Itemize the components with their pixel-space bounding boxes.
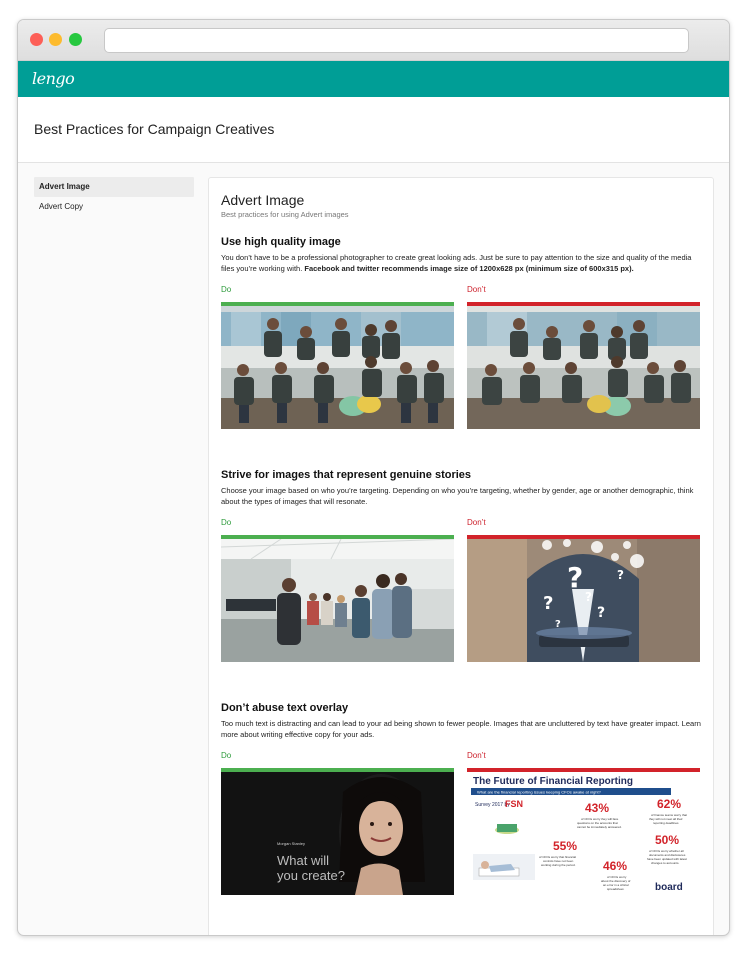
svg-text:?: ? (567, 561, 583, 594)
do-label: Do (221, 518, 232, 527)
team-photo-do-image (221, 302, 454, 429)
section-title: Advert Image (221, 192, 305, 208)
infographic-dont-image: The Future of Financial Reporting What a… (467, 768, 700, 895)
practice-text-overlay: Don’t abuse text overlay Too much text i… (221, 702, 703, 740)
office-team-do-image (221, 535, 454, 662)
ad-headline-line2: you create? (277, 868, 345, 883)
svg-text:?: ? (585, 590, 592, 604)
infographic-stat2: 62% (657, 797, 681, 811)
app-header: lengo (18, 61, 729, 97)
sidebar-item-advert-copy[interactable]: Advert Copy (34, 197, 194, 217)
infographic-stat4: 50% (655, 833, 679, 847)
infographic-stat4-text-d: changes to accounts. (651, 861, 680, 865)
practice-heading: Use high quality image (221, 236, 341, 248)
infographic-stat5-text-d: spreadsheet. (607, 887, 625, 891)
svg-text:?: ? (543, 593, 553, 614)
browser-toolbar (18, 20, 729, 61)
infographic-stat1: 43% (585, 801, 609, 815)
dont-label: Don’t (467, 518, 486, 527)
infographic-stat5: 46% (603, 859, 627, 873)
page-header: Best Practices for Campaign Creatives (18, 97, 729, 163)
team-photo-dont-image (467, 302, 700, 429)
do-label: Do (221, 285, 232, 294)
board-logo: board (655, 882, 683, 893)
svg-text:?: ? (555, 619, 561, 630)
practice-text-bold: Facebook and twitter recommends image si… (304, 264, 634, 273)
morgan-stanley-ad-do-image: Morgan Stanley What will you create? (221, 768, 454, 895)
dont-label: Don’t (467, 751, 486, 760)
sidebar-nav: Advert Image Advert Copy (34, 177, 194, 217)
do-label: Do (221, 751, 232, 760)
practice-genuine-stories: Strive for images that represent genuine… (221, 469, 703, 507)
ad-headline-line1: What will (277, 853, 329, 868)
address-bar[interactable] (104, 28, 689, 53)
svg-text:?: ? (617, 568, 624, 582)
infographic-survey-by: FSN (505, 799, 523, 809)
dont-label: Don’t (467, 285, 486, 294)
maximize-window-button[interactable] (69, 33, 82, 46)
infographic-banner: What are the financial reporting issues … (477, 790, 602, 795)
ad-brand-text: Morgan Stanley (277, 841, 305, 846)
practice-description: You don’t have to be a professional phot… (221, 252, 703, 274)
sidebar-item-advert-image[interactable]: Advert Image (34, 177, 194, 197)
infographic-stat1-text-c: cannot be immediately answered. (577, 825, 622, 829)
question-marks-dont-image: ? ? ? ? ? ? (467, 535, 700, 662)
svg-text:?: ? (597, 605, 605, 621)
practice-high-quality: Use high quality image You don’t have to… (221, 236, 703, 274)
practice-description: Choose your image based on who you’re ta… (221, 486, 694, 506)
page-title: Best Practices for Campaign Creatives (34, 121, 275, 137)
infographic-title: The Future of Financial Reporting (473, 776, 633, 787)
infographic-stat3-text-c: working during the period. (541, 863, 576, 867)
section-subtitle: Best practices for using Advert images (221, 210, 349, 219)
close-window-button[interactable] (30, 33, 43, 46)
practice-heading: Strive for images that represent genuine… (221, 469, 472, 481)
infographic-stat3: 55% (553, 839, 577, 853)
minimize-window-button[interactable] (49, 33, 62, 46)
content-panel: Advert Image Best practices for using Ad… (208, 177, 714, 935)
browser-window: lengo Best Practices for Campaign Creati… (17, 19, 730, 936)
practice-heading: Don’t abuse text overlay (221, 702, 349, 714)
practice-description: Too much text is distracting and can lea… (221, 719, 701, 739)
lengo-logo[interactable]: lengo (32, 69, 75, 88)
infographic-stat2-text-c: reporting deadlines (653, 821, 679, 825)
